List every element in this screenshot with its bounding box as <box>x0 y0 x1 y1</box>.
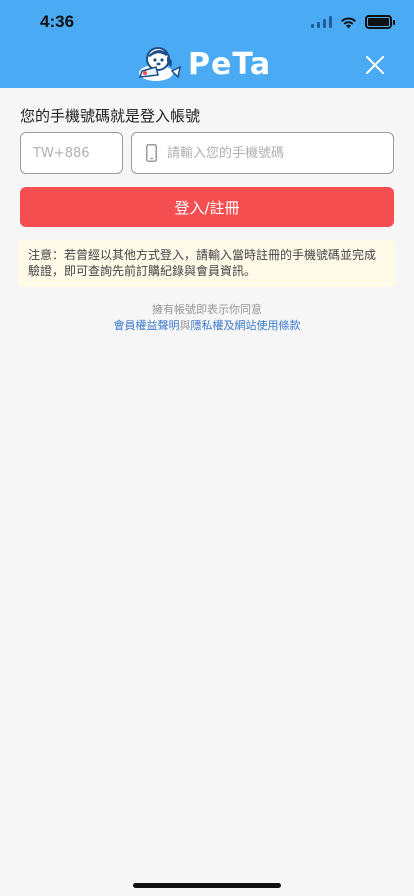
phone-number-input[interactable] <box>167 145 377 161</box>
dog-mascot-icon <box>138 47 182 81</box>
close-icon[interactable] <box>364 54 386 76</box>
phone-input-row: TW+886 <box>20 132 394 174</box>
terms-conjunction: 與 <box>179 319 191 332</box>
phone-number-field[interactable] <box>131 132 394 174</box>
login-form: 您的手機號碼就是登入帳號 TW+886 登入/註冊 注意：若曾經以其他方式登入，… <box>18 88 396 334</box>
member-rights-link[interactable]: 會員權益聲明 <box>114 319 180 332</box>
terms-agreement: 擁有帳號即表示你同意 會員權益聲明與隱私權及網站使用條款 <box>20 302 394 334</box>
logo-text: PeTa <box>188 47 272 82</box>
login-title: 您的手機號碼就是登入帳號 <box>20 107 201 125</box>
country-code-placeholder: TW+886 <box>33 145 90 161</box>
notice-box: 注意：若曾經以其他方式登入，請輸入當時註冊的手機號碼並完成驗證，即可查詢先前訂購… <box>18 240 396 287</box>
login-register-button[interactable]: 登入/註冊 <box>20 187 394 227</box>
country-code-select[interactable]: TW+886 <box>20 132 123 174</box>
privacy-terms-link[interactable]: 隱私權及網站使用條款 <box>191 319 301 332</box>
terms-prefix: 擁有帳號即表示你同意 <box>152 303 262 316</box>
cellular-signal-icon <box>311 16 332 28</box>
peta-logo: PeTa <box>136 45 278 85</box>
app-header: 4:36 PeTa <box>0 0 414 88</box>
home-indicator <box>133 883 281 888</box>
status-icons <box>311 14 395 30</box>
wifi-icon <box>341 16 356 28</box>
mobile-phone-icon <box>146 144 157 162</box>
status-time: 4:36 <box>40 12 75 31</box>
battery-icon <box>365 15 395 29</box>
notice-text: 注意：若曾經以其他方式登入，請輸入當時註冊的手機號碼並完成驗證，即可查詢先前訂購… <box>28 248 377 278</box>
